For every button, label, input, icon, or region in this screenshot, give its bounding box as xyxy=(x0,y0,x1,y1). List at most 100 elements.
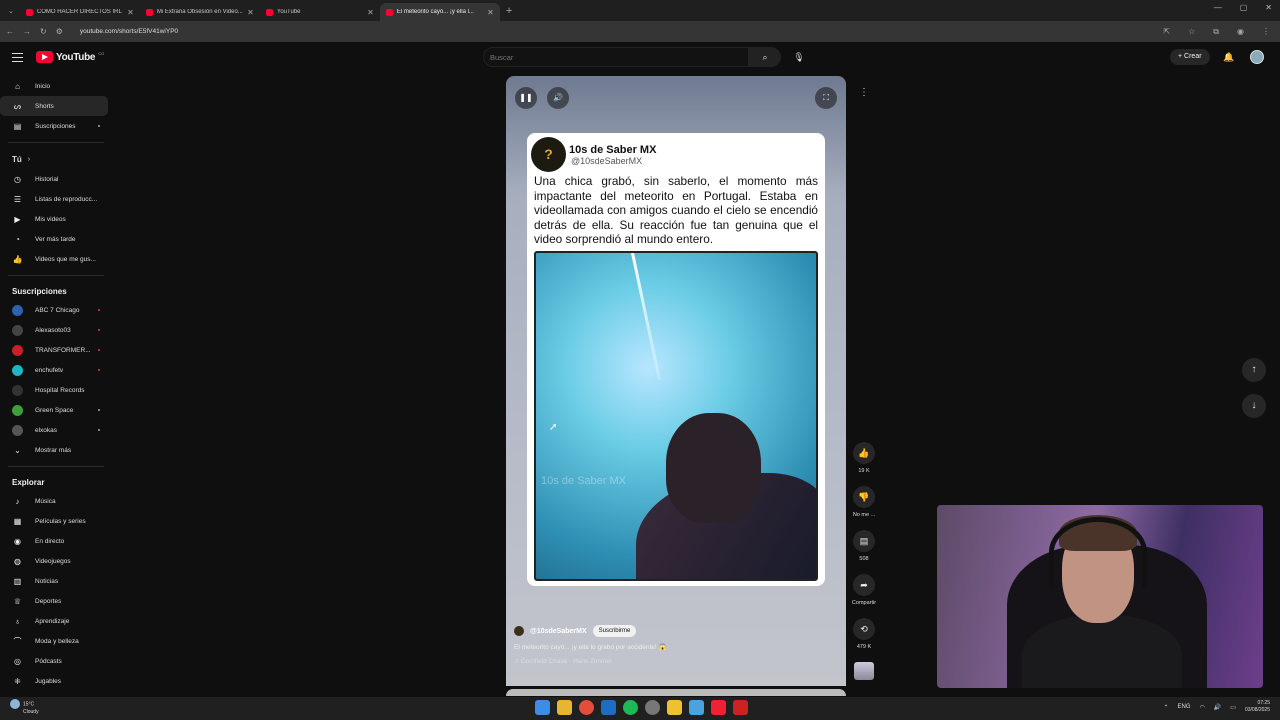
subscribe-button[interactable]: Suscribirme xyxy=(592,625,637,637)
chevron-right-icon: › xyxy=(27,155,31,163)
fullscreen-button[interactable]: ⛶ xyxy=(815,87,837,109)
forward-icon[interactable]: → xyxy=(23,27,31,36)
comments-button[interactable]: ▤ xyxy=(853,530,875,552)
search-input[interactable]: Buscar xyxy=(483,47,749,67)
maximize-icon[interactable]: ▢ xyxy=(1240,3,1248,12)
back-icon[interactable]: ← xyxy=(6,27,14,36)
sidebar-channel[interactable]: elxokas xyxy=(0,420,108,440)
sidebar-item-podcasts[interactable]: ◎ Pódcasts xyxy=(0,651,108,671)
browser-tab[interactable]: YouTube ✕ xyxy=(260,3,380,21)
file-explorer-icon[interactable] xyxy=(557,700,572,715)
extensions-icon[interactable]: ⧉ xyxy=(1213,27,1219,37)
arrow-down-icon: ↓ xyxy=(1251,400,1257,411)
sidebar-item-deportes[interactable]: ♕ Deportes xyxy=(0,591,108,611)
reload-icon[interactable]: ↻ xyxy=(40,27,47,36)
short-title[interactable]: El meteorito cayó... ¡y ella lo grabó po… xyxy=(514,641,844,655)
sidebar-item-jugables[interactable]: ⁜ Jugables xyxy=(0,671,108,691)
search-button[interactable]: ⌕ xyxy=(749,47,781,67)
divider xyxy=(8,275,104,276)
profile-icon[interactable]: ◉ xyxy=(1237,27,1244,37)
minimize-icon[interactable]: — xyxy=(1214,3,1222,12)
sidebar-item-suscripciones[interactable]: ▤ Suscripciones xyxy=(0,116,108,136)
hamburger-menu-icon[interactable] xyxy=(12,53,23,62)
recording-app-icon[interactable] xyxy=(733,700,748,715)
next-short-preview[interactable] xyxy=(506,689,846,696)
sidebar-item-en-directo[interactable]: ◉ En directo xyxy=(0,531,108,551)
sidebar-channel[interactable]: TRANSFORMER... xyxy=(0,340,108,360)
share-button[interactable]: ➦ xyxy=(853,574,875,596)
sidebar-item-peliculas[interactable]: ▦ Películas y series xyxy=(0,511,108,531)
steam-icon[interactable] xyxy=(601,700,616,715)
thumbs-down-icon: 👎 xyxy=(858,492,870,502)
sidebar-channel[interactable]: Alexasoto03 xyxy=(0,320,108,340)
speaker-icon[interactable]: 🔊 xyxy=(1214,704,1221,711)
sidebar-item-shorts[interactable]: ᔕ Shorts xyxy=(0,96,108,116)
account-avatar[interactable] xyxy=(1250,50,1264,64)
browser-menu-icon[interactable]: ⋮ xyxy=(1262,27,1270,37)
open-in-app-icon[interactable]: ⇱ xyxy=(1163,27,1170,37)
remix-button[interactable]: ⟲ xyxy=(853,618,875,640)
sidebar-item-liked-videos[interactable]: 👍 Videos que me gus... xyxy=(0,249,108,269)
short-video-player[interactable]: ❚❚ 🔊 ⛶ ? 10s de Saber MX @10sdeSaberMX U… xyxy=(506,76,846,686)
sidebar-item-musica[interactable]: ♪ Música xyxy=(0,491,108,511)
tab-search-icon[interactable]: ⌄ xyxy=(8,7,14,15)
sidebar-channel[interactable]: Hospital Records xyxy=(0,380,108,400)
sound-thumbnail[interactable] xyxy=(854,662,874,680)
sidebar-item-playlists[interactable]: ☰ Listas de reproducc... xyxy=(0,189,108,209)
sidebar-item-moda[interactable]: ⌒ Moda y belleza xyxy=(0,631,108,651)
show-more-button[interactable]: ⌄ Mostrar más xyxy=(0,440,108,460)
app-icon[interactable] xyxy=(667,700,682,715)
browser-tab[interactable]: COMO HACER DIRECTOS IRL ✕ xyxy=(20,3,140,21)
channel-handle-link[interactable]: @10sdeSaberMX xyxy=(530,628,587,635)
language-indicator[interactable]: ENG xyxy=(1178,704,1191,710)
bookmark-star-icon[interactable]: ☆ xyxy=(1188,27,1195,37)
calendar-icon[interactable] xyxy=(689,700,704,715)
weather-widget[interactable]: 15°C Cloudy xyxy=(10,699,39,716)
browser-tab-active[interactable]: El meteorito cayó... ¡y ella l... ✕ xyxy=(379,3,500,21)
channel-avatar[interactable] xyxy=(514,626,524,636)
create-button[interactable]: + Crear xyxy=(1170,49,1210,65)
battery-icon[interactable]: ▭ xyxy=(1230,704,1236,711)
previous-short-button[interactable]: ↑ xyxy=(1242,358,1266,382)
sidebar-item-aprendizaje[interactable]: ♁ Aprendizaje xyxy=(0,611,108,631)
obs-icon[interactable] xyxy=(645,700,660,715)
volume-button[interactable]: 🔊 xyxy=(547,87,569,109)
sidebar-section-you[interactable]: Tú › xyxy=(0,149,108,169)
close-tab-icon[interactable]: ✕ xyxy=(127,8,134,17)
more-options-icon[interactable]: ⋮ xyxy=(855,87,873,105)
sidebar-channel[interactable]: Green Space xyxy=(0,400,108,420)
notifications-bell-icon[interactable]: 🔔 xyxy=(1223,52,1234,63)
chevron-up-icon[interactable]: ⌃ xyxy=(1164,704,1169,711)
pause-button[interactable]: ❚❚ xyxy=(515,87,537,109)
close-tab-icon[interactable]: ✕ xyxy=(367,8,374,17)
spotify-icon[interactable] xyxy=(623,700,638,715)
url-field[interactable]: youtube.com/shorts/E5fV41wiYP0 xyxy=(80,28,178,35)
close-window-icon[interactable]: ✕ xyxy=(1265,3,1272,12)
next-short-button[interactable]: ↓ xyxy=(1242,394,1266,418)
sound-link[interactable]: ♫ Cornfield Chase · Hans Zimmer xyxy=(514,655,844,669)
youtube-logo[interactable]: YouTube CO xyxy=(36,51,104,63)
podcast-icon: ◎ xyxy=(14,656,21,666)
dislike-button[interactable]: 👎 xyxy=(853,486,875,508)
sidebar-item-videojuegos[interactable]: ◍ Videojuegos xyxy=(0,551,108,571)
youtube-app-icon[interactable] xyxy=(711,700,726,715)
close-tab-icon[interactable]: ✕ xyxy=(247,8,254,17)
browser-tab[interactable]: Mi Extraña Obsesión en Video... ✕ xyxy=(140,3,260,21)
like-button[interactable]: 👍 xyxy=(853,442,875,464)
windows-start-icon[interactable] xyxy=(535,700,550,715)
new-tab-icon[interactable]: + xyxy=(506,5,512,17)
sidebar-item-inicio[interactable]: ⌂ Inicio xyxy=(0,76,108,96)
site-info-icon[interactable]: ⚙ xyxy=(56,27,63,36)
clock[interactable]: 07:25 03/08/2025 xyxy=(1245,700,1270,714)
wifi-icon[interactable]: ◠ xyxy=(1200,704,1205,711)
sidebar-channel[interactable]: enchufetv xyxy=(0,360,108,380)
channel-avatar xyxy=(12,344,23,356)
sidebar-channel[interactable]: ABC 7 Chicago xyxy=(0,300,108,320)
voice-search-icon[interactable]: 🎙 xyxy=(790,47,808,67)
sidebar-item-historial[interactable]: ◷ Historial xyxy=(0,169,108,189)
sidebar-item-mis-videos[interactable]: ▶ Mis videos xyxy=(0,209,108,229)
chrome-icon[interactable] xyxy=(579,700,594,715)
sidebar-item-noticias[interactable]: ▥ Noticias xyxy=(0,571,108,591)
sidebar-item-ver-mas-tarde[interactable]: ◔ Ver más tarde xyxy=(0,229,108,249)
close-tab-icon[interactable]: ✕ xyxy=(487,8,494,17)
